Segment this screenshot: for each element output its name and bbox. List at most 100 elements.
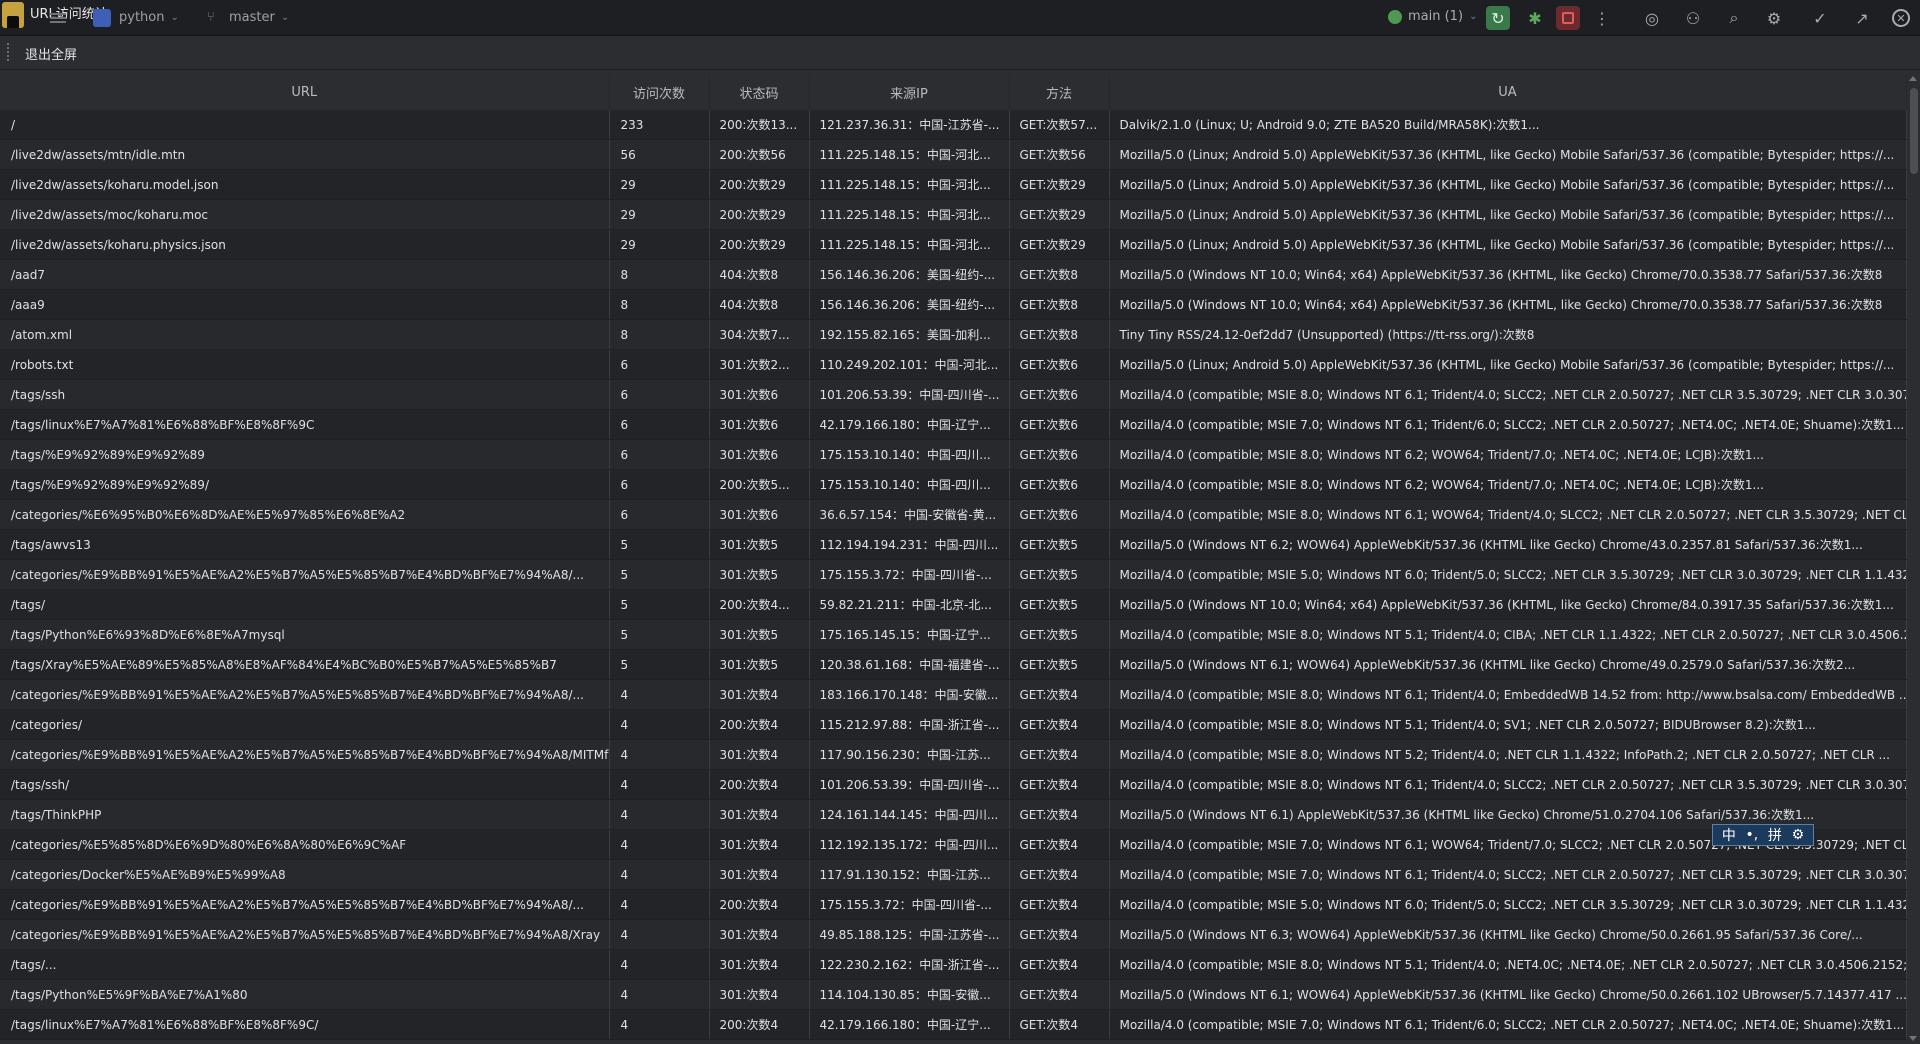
cell-status[interactable]: 301:次数4 (709, 679, 810, 710)
cell-visits[interactable]: 29 (609, 169, 710, 200)
cell-status[interactable]: 301:次数6 (709, 439, 810, 470)
cell-visits[interactable]: 4 (609, 859, 710, 890)
table-row[interactable]: /tags/linux%E7%A7%81%E6%88%BF%E8%8F%9C 6 3… (0, 409, 1907, 440)
cell-status[interactable]: 301:次数4 (709, 799, 810, 830)
cell-method[interactable]: GET:次数56 (1009, 139, 1110, 170)
table-row[interactable]: /tags/%E9%92%89%E9%92%89/6 200:次数5... 175.… (0, 469, 1907, 500)
cell-method[interactable]: GET:次数4 (1009, 979, 1110, 1010)
cell-source-ip[interactable]: 101.206.53.39：中国-四川省-... (809, 379, 1010, 410)
run-config-selector[interactable]: main (1) ⌄ (1388, 9, 1477, 24)
cell-ua[interactable]: Mozilla/4.0 (compatible; MSIE 8.0; Windo… (1109, 679, 1907, 710)
table-row[interactable]: /tags/ssh 6 301:次数6 101.206.53.39：中国-四川省-..… (0, 379, 1907, 410)
cell-method[interactable]: GET:次数5 (1009, 619, 1110, 650)
cell-method[interactable]: GET:次数4 (1009, 829, 1110, 860)
cell-ua[interactable]: Mozilla/5.0 (Windows NT 10.0; Win64; x64… (1109, 589, 1907, 620)
cell-method[interactable]: GET:次数4 (1009, 1009, 1110, 1040)
cell-status[interactable]: 200:次数4 (709, 769, 810, 800)
stop-button[interactable] (1556, 6, 1580, 30)
cell-ua[interactable]: Mozilla/4.0 (compatible; MSIE 7.0; Windo… (1109, 1009, 1907, 1040)
branch-selector[interactable]: master ⌄ (229, 10, 289, 25)
rerun-button[interactable]: ↻ (1486, 6, 1510, 30)
cell-visits[interactable]: 4 (609, 1009, 710, 1040)
cell-url[interactable]: /tags/%E9%92%89%E9%92%89 (0, 439, 610, 470)
cell-url[interactable]: /tags/ThinkPHP (0, 799, 610, 830)
cell-status[interactable]: 301:次数4 (709, 829, 810, 860)
cell-ua[interactable]: Mozilla/5.0 (Linux; Android 5.0) AppleWe… (1109, 169, 1907, 200)
cell-url[interactable]: /categories/%E9%BB%91%E5%AE%A2%E5%B7%A5%… (0, 919, 610, 950)
cell-source-ip[interactable]: 175.153.10.140：中国-四川... (809, 469, 1010, 500)
cell-method[interactable]: GET:次数4 (1009, 799, 1110, 830)
cell-url[interactable]: /categories/%E9%BB%91%E5%AE%A2%E5%B7%A5%… (0, 559, 610, 590)
cell-status[interactable]: 200:次数29 (709, 169, 810, 200)
commit-button[interactable]: ✓ (1808, 6, 1832, 30)
cell-visits[interactable]: 4 (609, 799, 710, 830)
ime-layout-label[interactable]: 拼 (1768, 825, 1782, 845)
update-button[interactable]: ↗ (1850, 6, 1874, 30)
cell-ua[interactable]: Mozilla/4.0 (compatible; MSIE 8.0; Windo… (1109, 619, 1907, 650)
cell-source-ip[interactable]: 59.82.21.211：中国-北京-北... (809, 589, 1010, 620)
cell-source-ip[interactable]: 124.161.144.145：中国-四川... (809, 799, 1010, 830)
cell-visits[interactable]: 4 (609, 709, 710, 740)
vertical-scrollbar[interactable] (1908, 75, 1920, 1044)
cell-status[interactable]: 200:次数4... (709, 589, 810, 620)
cell-source-ip[interactable]: 121.237.36.31：中国-江苏省-... (809, 110, 1010, 140)
cell-source-ip[interactable]: 175.155.3.72：中国-四川省-... (809, 889, 1010, 920)
cell-visits[interactable]: 4 (609, 979, 710, 1010)
table-row[interactable]: /tags/5 200:次数4... 59.82.21.211：中国-北京-北...… (0, 589, 1907, 620)
cell-status[interactable]: 200:次数4 (709, 889, 810, 920)
cell-visits[interactable]: 8 (609, 259, 710, 290)
cell-status[interactable]: 200:次数29 (709, 199, 810, 230)
cell-visits[interactable]: 5 (609, 559, 710, 590)
column-header-visits[interactable]: 访问次数 (609, 75, 710, 110)
cell-visits[interactable]: 5 (609, 649, 710, 680)
cell-source-ip[interactable]: 156.146.36.206：美国-纽约-... (809, 289, 1010, 320)
cell-url[interactable]: /aad7 (0, 259, 610, 290)
scroll-down-icon[interactable] (1909, 1036, 1917, 1041)
search-button[interactable]: ⌕ (1722, 6, 1746, 30)
cell-ua[interactable]: Mozilla/5.0 (Windows NT 6.1; WOW64) Appl… (1109, 649, 1907, 680)
cell-url[interactable]: /live2dw/assets/moc/koharu.moc (0, 199, 610, 230)
cell-source-ip[interactable]: 175.153.10.140：中国-四川... (809, 439, 1010, 470)
cell-method[interactable]: GET:次数4 (1009, 739, 1110, 770)
cell-status[interactable]: 301:次数2... (709, 349, 810, 380)
table-row[interactable]: /categories/%E9%BB%91%E5%AE%A2%E5%B7%A5%… (0, 889, 1907, 920)
cell-status[interactable]: 301:次数4 (709, 919, 810, 950)
cell-url[interactable]: /categories/%E9%BB%91%E5%AE%A2%E5%B7%A5%… (0, 679, 610, 710)
cell-ua[interactable]: Mozilla/5.0 (Linux; Android 5.0) AppleWe… (1109, 199, 1907, 230)
cell-source-ip[interactable]: 111.225.148.15：中国-河北... (809, 139, 1010, 170)
cell-method[interactable]: GET:次数8 (1009, 259, 1110, 290)
cell-status[interactable]: 301:次数5 (709, 649, 810, 680)
table-row[interactable]: /tags/... 4 301:次数4 122.230.2.162：中国-浙江省-..… (0, 949, 1907, 980)
cell-status[interactable]: 301:次数5 (709, 529, 810, 560)
cell-visits[interactable]: 6 (609, 469, 710, 500)
cell-source-ip[interactable]: 122.230.2.162：中国-浙江省-... (809, 949, 1010, 980)
cell-ua[interactable]: Mozilla/5.0 (Windows NT 10.0; Win64; x64… (1109, 289, 1907, 320)
ime-mode-label[interactable]: 中 (1722, 825, 1736, 845)
more-actions-button[interactable]: ⋮ (1590, 6, 1614, 30)
ime-settings-icon[interactable]: ⚙ (1792, 827, 1805, 843)
cell-method[interactable]: GET:次数5 (1009, 649, 1110, 680)
cell-source-ip[interactable]: 49.85.188.125：中国-江苏省-... (809, 919, 1010, 950)
cell-visits[interactable]: 4 (609, 919, 710, 950)
cell-status[interactable]: 200:次数29 (709, 229, 810, 260)
cell-ua[interactable]: Mozilla/4.0 (compatible; MSIE 5.0; Windo… (1109, 559, 1907, 590)
cell-visits[interactable]: 29 (609, 199, 710, 230)
table-row[interactable]: /aad7 8 404:次数8 156.146.36.206：美国-纽约-... GET… (0, 259, 1907, 290)
cell-url[interactable]: /tags/Python%E6%93%8D%E6%8E%A7mysql (0, 619, 610, 650)
cell-method[interactable]: GET:次数29 (1009, 169, 1110, 200)
add-user-button[interactable]: ⚇ (1681, 6, 1705, 30)
cell-source-ip[interactable]: 117.90.156.230：中国-江苏... (809, 739, 1010, 770)
cell-source-ip[interactable]: 111.225.148.15：中国-河北... (809, 199, 1010, 230)
table-row[interactable]: /categories/%E9%BB%91%E5%AE%A2%E5%B7%A5%… (0, 679, 1907, 710)
cell-ua[interactable]: Mozilla/4.0 (compatible; MSIE 8.0; Windo… (1109, 709, 1907, 740)
cell-source-ip[interactable]: 120.38.61.168：中国-福建省-... (809, 649, 1010, 680)
table-row[interactable]: /tags/Xray%E5%AE%89%E5%85%A8%E8%AF%84%E4… (0, 649, 1907, 680)
cell-method[interactable]: GET:次数5 (1009, 529, 1110, 560)
cell-url[interactable]: /atom.xml (0, 319, 610, 350)
cell-source-ip[interactable]: 175.165.145.15：中国-辽宁... (809, 619, 1010, 650)
table-row[interactable]: /live2dw/assets/koharu.model.json 29 200:次… (0, 169, 1907, 200)
cell-ua[interactable]: Mozilla/5.0 (Windows NT 6.1; WOW64) Appl… (1109, 979, 1907, 1010)
cell-status[interactable]: 301:次数4 (709, 859, 810, 890)
cell-method[interactable]: GET:次数6 (1009, 409, 1110, 440)
cell-url[interactable]: /tags/... (0, 949, 610, 980)
